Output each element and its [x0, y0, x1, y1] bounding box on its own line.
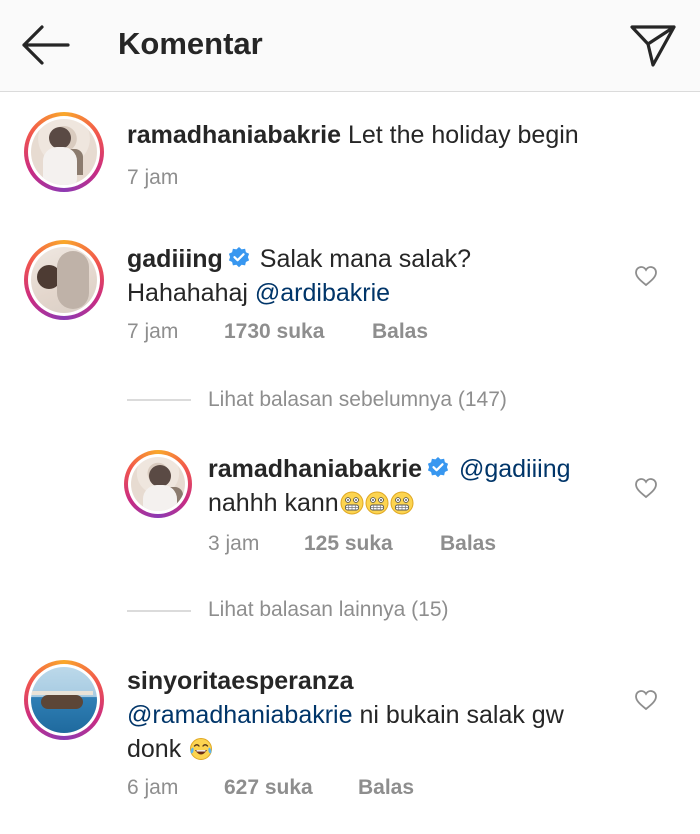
mention-link[interactable]: @ramadhaniabakrie: [127, 701, 353, 729]
comment-meta: 7 jam: [127, 320, 178, 344]
comment-reply-wrap: Balas: [372, 320, 428, 344]
view-previous-replies-link[interactable]: Lihat balasan sebelumnya (147): [208, 388, 507, 412]
avatar-ramadhaniabakrie-reply[interactable]: [124, 450, 192, 518]
avatar-ramadhaniabakrie[interactable]: [24, 112, 104, 192]
comment-time: 7 jam: [127, 166, 179, 189]
page-title: Komentar: [118, 26, 263, 61]
like-heart-icon[interactable]: [634, 688, 658, 712]
reply-comment: ramadhaniabakrie @gadiiing nahhh kann: [208, 452, 571, 520]
reply-likes[interactable]: 125 suka: [304, 532, 393, 555]
avatar-sinyoritaesperanza[interactable]: [24, 660, 104, 740]
comment-likes[interactable]: 627 suka: [224, 776, 313, 799]
comment-reply-wrap: Balas: [358, 776, 414, 800]
comment-body-line2: donk: [127, 735, 182, 763]
avatar-photo: [31, 667, 97, 733]
back-arrow-icon[interactable]: [18, 22, 74, 68]
avatar-photo: [31, 247, 97, 313]
reply-button[interactable]: Balas: [358, 776, 414, 799]
grimacing-face-icon: [340, 491, 364, 515]
replies-divider-line: [127, 610, 191, 612]
comment-sinyoritaesperanza: sinyoritaesperanza @ramadhaniabakrie ni …: [127, 664, 564, 766]
avatar-gadiiing[interactable]: [24, 240, 104, 320]
like-heart-icon[interactable]: [634, 476, 658, 500]
mention-link[interactable]: @ardibakrie: [255, 279, 390, 307]
comment-caption: ramadhaniabakrie Let the holiday begin: [127, 118, 579, 152]
replies-divider-line: [127, 399, 191, 401]
reply-username[interactable]: ramadhaniabakrie: [208, 455, 422, 483]
comment-gadiiing: gadiiing Salak mana salak? Hahahahaj @ar…: [127, 242, 471, 310]
comment-meta: 7 jam: [127, 166, 178, 190]
like-heart-icon[interactable]: [634, 264, 658, 288]
comment-body: ni bukain salak gw: [359, 701, 564, 729]
view-more-replies-link[interactable]: Lihat balasan lainnya (15): [208, 598, 449, 622]
reply-reply-wrap: Balas: [440, 532, 496, 556]
mention-link[interactable]: @gadiiing: [459, 455, 571, 483]
comment-body: Let the holiday begin: [347, 121, 579, 149]
comment-body: Salak mana salak?: [259, 245, 472, 273]
reply-button[interactable]: Balas: [440, 532, 496, 555]
comment-likes[interactable]: 1730 suka: [224, 320, 324, 343]
comment-time: 7 jam: [127, 320, 179, 343]
comment-username[interactable]: gadiiing: [127, 245, 223, 273]
top-bar: Komentar: [0, 0, 700, 92]
comment-meta: 6 jam: [127, 776, 178, 800]
avatar-photo: [31, 119, 97, 185]
grimacing-face-icon: [390, 491, 414, 515]
comment-time: 6 jam: [127, 776, 179, 799]
avatar-photo: [131, 457, 185, 511]
reply-likes-wrap: 125 suka: [304, 532, 393, 556]
comment-username[interactable]: sinyoritaesperanza: [127, 667, 354, 695]
direct-send-icon[interactable]: [626, 18, 680, 72]
reply-body: nahhh kann: [208, 489, 339, 517]
verified-badge-icon: [228, 247, 249, 268]
comment-username[interactable]: ramadhaniabakrie: [127, 121, 341, 149]
comment-likes-wrap: 627 suka: [224, 776, 313, 800]
face-with-tears-of-joy-icon: [190, 738, 213, 760]
grimacing-face-icon: [365, 491, 389, 515]
reply-button[interactable]: Balas: [372, 320, 428, 343]
reply-time: 3 jam: [208, 532, 260, 555]
verified-badge-icon: [427, 457, 449, 478]
comment-body-line2: Hahahahaj: [127, 279, 248, 307]
comment-likes-wrap: 1730 suka: [224, 320, 324, 344]
reply-meta: 3 jam: [208, 532, 259, 556]
